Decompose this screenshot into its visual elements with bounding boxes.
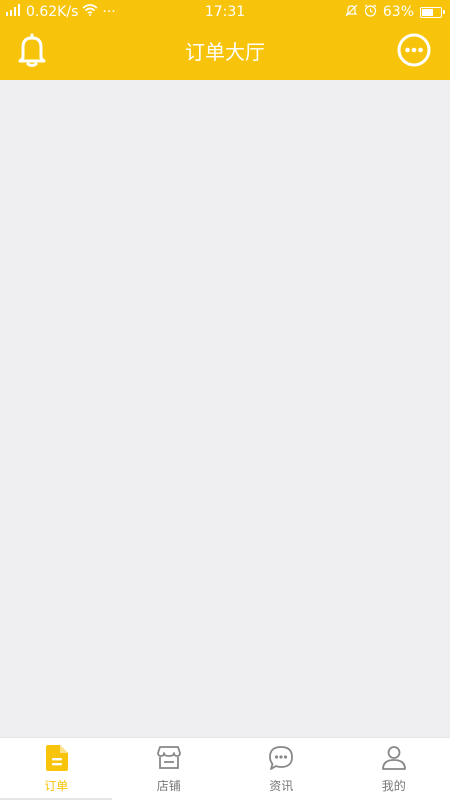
tab-store[interactable]: 店铺	[113, 738, 226, 800]
tab-label: 店铺	[156, 779, 181, 793]
user-icon	[381, 745, 407, 771]
page-title: 订单大厅	[185, 40, 265, 64]
status-bar-right: 63%	[345, 3, 445, 21]
bottom-tab-bar: 订单 店铺 资讯 我的	[0, 737, 450, 800]
battery-percent: 63%	[382, 4, 414, 20]
order-list-area[interactable]	[0, 80, 450, 737]
tab-orders[interactable]: 订单	[0, 738, 113, 800]
status-bar: 0.62K/s ··· 17:31 63%	[0, 0, 450, 24]
tab-label: 订单	[44, 779, 69, 793]
more-options-button[interactable]	[396, 33, 432, 71]
tab-news[interactable]: 资讯	[225, 738, 338, 800]
chat-bubble-icon	[268, 745, 294, 771]
more-icon	[397, 33, 431, 71]
tab-label: 我的	[381, 779, 406, 793]
battery-level-fill	[422, 8, 433, 16]
header-bar: 订单大厅	[0, 24, 450, 80]
tab-profile[interactable]: 我的	[338, 738, 450, 800]
tab-label: 资讯	[269, 779, 294, 793]
order-document-icon	[43, 745, 69, 771]
store-icon	[156, 745, 182, 771]
battery-icon	[420, 6, 445, 18]
alarm-clock-icon	[364, 4, 377, 21]
mute-bell-icon	[345, 4, 358, 21]
